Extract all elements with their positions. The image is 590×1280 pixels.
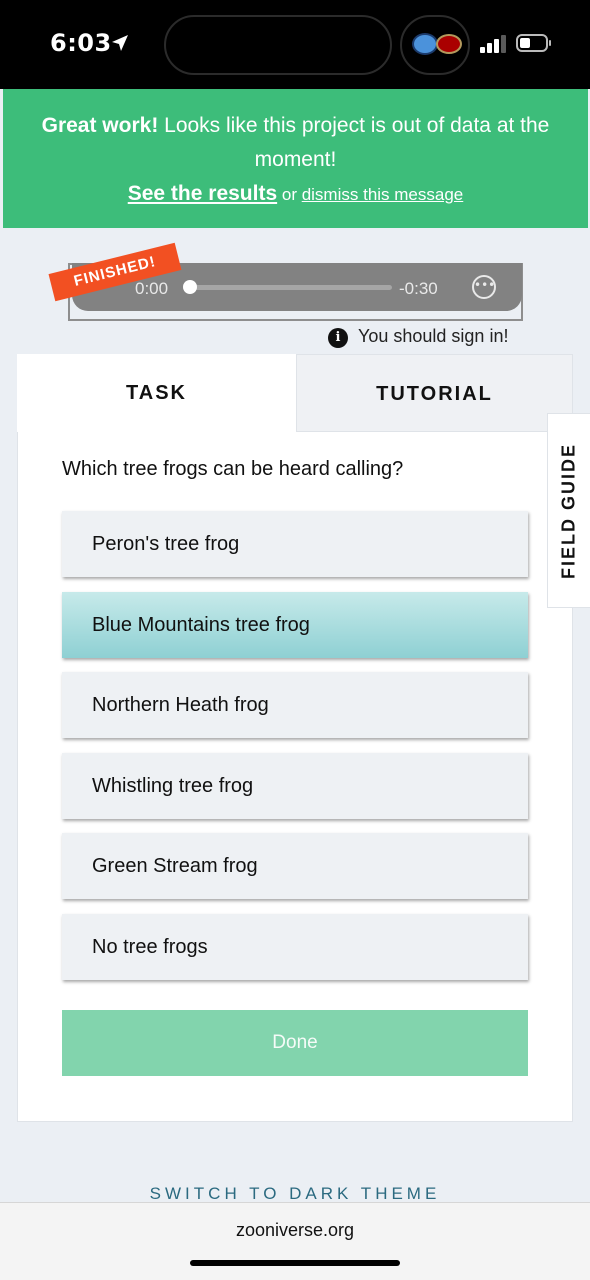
out-of-data-banner: Great work! Looks like this project is o… — [3, 89, 588, 228]
field-guide-tab[interactable]: FIELD GUIDE — [547, 413, 590, 608]
audio-remaining-time: -0:30 — [399, 279, 438, 298]
dynamic-island — [164, 15, 392, 75]
answer-option-perons-tree-frog[interactable]: Peron's tree frog — [62, 511, 528, 577]
task-question: Which tree frogs can be heard calling? — [62, 458, 404, 480]
tab-task[interactable]: TASK — [17, 354, 296, 432]
banner-message: Great work! Looks like this project is o… — [3, 109, 588, 177]
answer-option-whistling-tree-frog[interactable]: Whistling tree frog — [62, 753, 528, 819]
browser-url[interactable]: zooniverse.org — [0, 1220, 590, 1241]
switch-dark-theme-link[interactable]: SWITCH TO DARK THEME — [0, 1184, 590, 1204]
sign-in-text: You should sign in! — [358, 326, 509, 346]
home-indicator[interactable] — [190, 1260, 400, 1266]
cellular-signal-icon — [480, 35, 506, 53]
field-guide-label: FIELD GUIDE — [558, 442, 579, 579]
dismiss-message-link[interactable]: dismiss this message — [302, 185, 464, 204]
banner-text: Looks like this project is out of data a… — [158, 114, 550, 171]
answer-option-no-tree-frogs[interactable]: No tree frogs — [62, 914, 528, 980]
status-bar: 6:03 — [0, 0, 590, 89]
banner-or-text: or — [277, 185, 302, 204]
more-options-icon[interactable]: ••• — [472, 275, 496, 299]
location-arrow-icon — [112, 35, 128, 51]
audio-progress-track[interactable] — [190, 285, 392, 290]
answer-option-blue-mountains-tree-frog[interactable]: Blue Mountains tree frog — [62, 592, 528, 658]
team-logo-icon — [412, 33, 438, 55]
answer-option-green-stream-frog[interactable]: Green Stream frog — [62, 833, 528, 899]
team-logo-icon — [436, 34, 462, 54]
info-icon: i — [328, 328, 348, 348]
banner-bold-text: Great work! — [41, 114, 159, 137]
status-time: 6:03 — [50, 29, 112, 57]
banner-actions: See the results or dismiss this message — [3, 177, 588, 212]
answer-option-northern-heath-frog[interactable]: Northern Heath frog — [62, 672, 528, 738]
done-button[interactable]: Done — [62, 1010, 528, 1076]
audio-current-time: 0:00 — [135, 279, 169, 298]
battery-icon — [516, 34, 551, 52]
sign-in-notice[interactable]: i You should sign in! — [328, 326, 508, 348]
see-results-link[interactable]: See the results — [128, 182, 277, 205]
audio-progress-thumb[interactable] — [183, 280, 197, 294]
browser-address-bar[interactable] — [0, 1202, 590, 1280]
tab-tutorial[interactable]: TUTORIAL — [296, 354, 573, 432]
